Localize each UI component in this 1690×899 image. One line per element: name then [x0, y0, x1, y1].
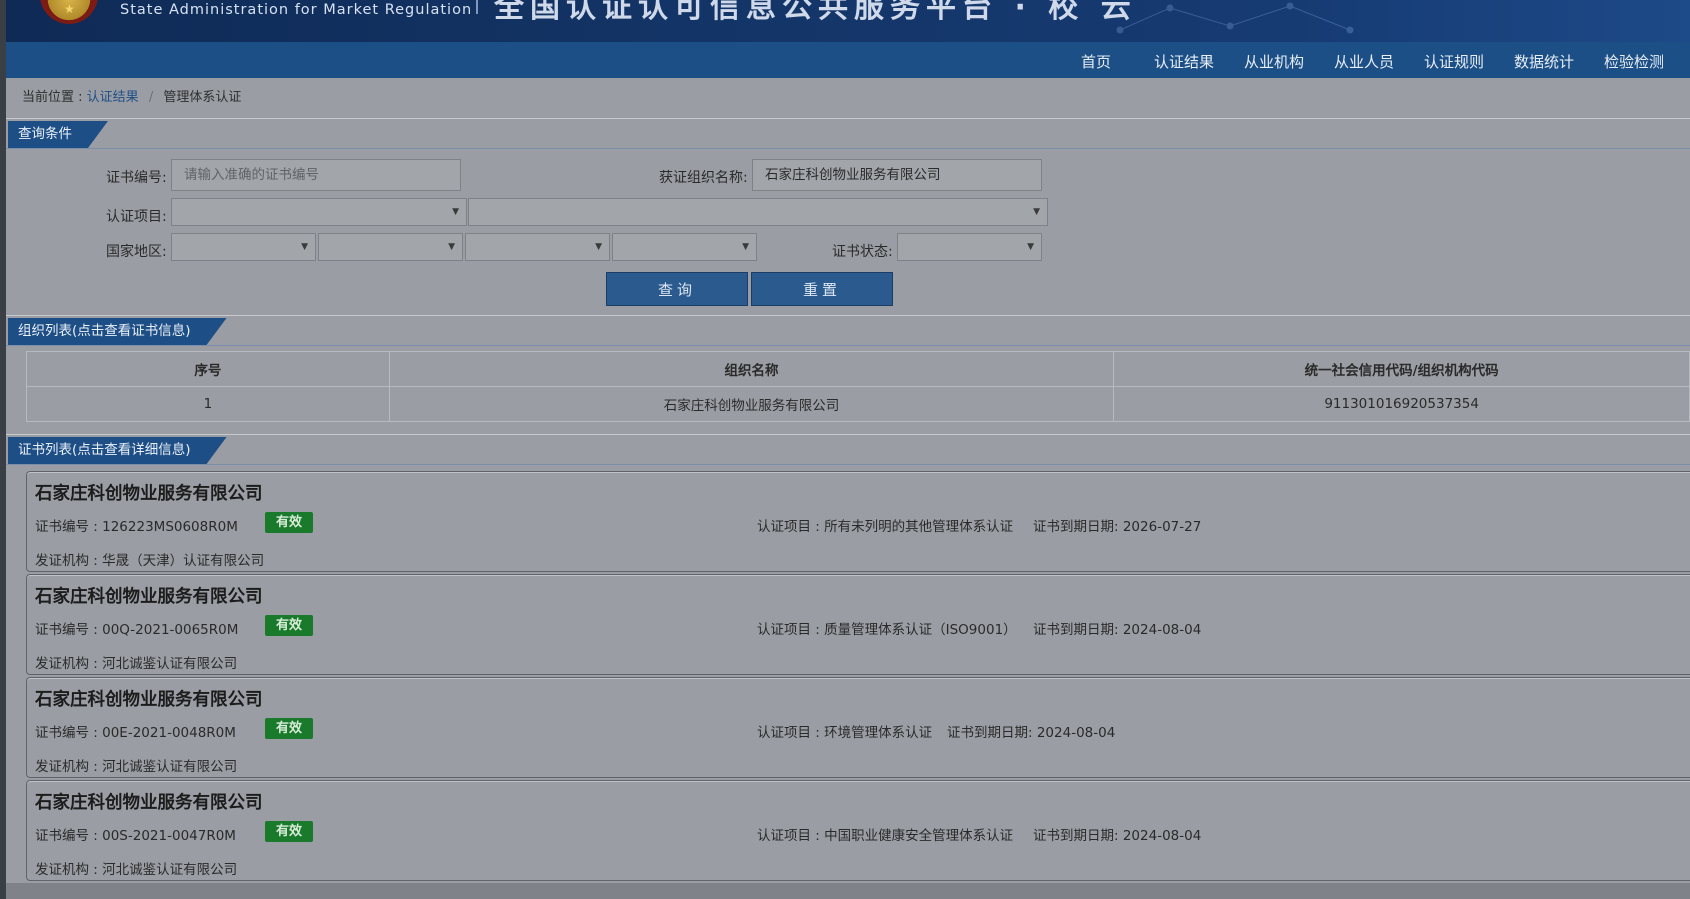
col-header-index: 序号 — [26, 351, 390, 387]
decorative-network-icon — [1116, 2, 1354, 34]
cert-org-name: 石家庄科创物业服务有限公司 — [35, 587, 263, 607]
cert-issuer: 发证机构 : 河北诚鉴认证有限公司 — [35, 759, 238, 775]
cert-issuer: 发证机构 : 河北诚鉴认证有限公司 — [35, 656, 238, 672]
breadcrumb-current: 管理体系认证 — [163, 90, 242, 105]
org-name-input[interactable]: 石家庄科创物业服务有限公司 — [752, 159, 1042, 191]
cert-card[interactable]: 石家庄科创物业服务有限公司 证书编号 : 00S-2021-0047R0M 有效… — [26, 780, 1690, 881]
page-bottom-strip — [6, 883, 1690, 899]
project-category-select[interactable]: ▼ — [171, 198, 467, 226]
emblem-star-icon: ★ — [64, 2, 75, 16]
table-row[interactable]: 1 石家庄科创物业服务有限公司 911301016920537354 — [26, 386, 1690, 422]
cert-status-select[interactable]: ▼ — [897, 233, 1042, 261]
cert-expiry: 证书到期日期: 2024-08-04 — [1033, 622, 1202, 638]
breadcrumb-prefix: 当前位置 : — [22, 90, 83, 105]
status-badge: 有效 — [265, 821, 313, 842]
status-badge: 有效 — [265, 615, 313, 636]
cert-issuer: 发证机构 : 华晟（天津）认证有限公司 — [35, 553, 265, 569]
nav-home[interactable]: 首页 — [1081, 51, 1111, 72]
cert-org-name: 石家庄科创物业服务有限公司 — [35, 690, 263, 710]
col-header-credit-code: 统一社会信用代码/组织机构代码 — [1113, 351, 1690, 387]
nav-inspection[interactable]: 检验检测 — [1604, 51, 1664, 72]
main-nav: 首页 认证结果 从业机构 从业人员 认证规则 数据统计 检验检测 — [6, 42, 1690, 78]
chevron-down-icon: ▼ — [1033, 207, 1040, 217]
cell-org-name[interactable]: 石家庄科创物业服务有限公司 — [388, 386, 1115, 422]
header-divider — [476, 0, 478, 14]
chevron-down-icon: ▼ — [1027, 242, 1034, 252]
chevron-down-icon: ▼ — [742, 242, 749, 252]
cert-org-name: 石家庄科创物业服务有限公司 — [35, 484, 263, 504]
cert-project: 认证项目 : 质量管理体系认证（ISO9001） — [757, 622, 1017, 638]
cert-card[interactable]: 石家庄科创物业服务有限公司 证书编号 : 00E-2021-0048R0M 有效… — [26, 677, 1690, 778]
cert-card[interactable]: 石家庄科创物业服务有限公司 证书编号 : 00Q-2021-0065R0M 有效… — [26, 574, 1690, 675]
window-edge — [0, 0, 6, 899]
region-select-1[interactable]: ▼ — [171, 233, 316, 261]
nav-cert-rules[interactable]: 认证规则 — [1424, 51, 1484, 72]
breadcrumb-link[interactable]: 认证结果 — [87, 90, 139, 105]
region-label: 国家地区: — [106, 244, 167, 260]
site-title: 全国认证认可信息公共服务平台 · 校 云 — [494, 0, 1137, 25]
cert-list-title: 证书列表(点击查看详细信息) — [8, 437, 227, 464]
breadcrumb: 当前位置 : 认证结果 / 管理体系认证 — [22, 86, 241, 105]
cert-project: 认证项目 : 环境管理体系认证 — [757, 725, 933, 741]
cert-number: 证书编号 : 00Q-2021-0065R0M — [35, 622, 239, 638]
cert-org-name: 石家庄科创物业服务有限公司 — [35, 793, 263, 813]
chevron-down-icon: ▼ — [595, 242, 602, 252]
cert-project: 认证项目 : 所有未列明的其他管理体系认证 — [757, 519, 1014, 535]
project-label: 认证项目: — [106, 209, 167, 225]
chevron-down-icon: ▼ — [448, 242, 455, 252]
col-header-org-name: 组织名称 — [388, 351, 1115, 387]
nav-statistics[interactable]: 数据统计 — [1514, 51, 1574, 72]
nav-cert-results[interactable]: 认证结果 — [1154, 51, 1214, 72]
panel-title-underline — [6, 345, 1690, 346]
project-detail-select[interactable]: ▼ — [468, 198, 1048, 226]
query-panel-title: 查询条件 — [8, 121, 108, 148]
site-header: ★ State Administration for Market Regula… — [6, 0, 1690, 42]
reset-button[interactable]: 重置 — [751, 272, 893, 306]
cell-index: 1 — [26, 386, 390, 422]
nav-personnel[interactable]: 从业人员 — [1334, 51, 1394, 72]
status-badge: 有效 — [265, 718, 313, 739]
cell-credit-code: 911301016920537354 — [1113, 386, 1690, 422]
cert-no-input[interactable]: 请输入准确的证书编号 — [171, 159, 461, 191]
chevron-down-icon: ▼ — [301, 242, 308, 252]
cert-issuer: 发证机构 : 河北诚鉴认证有限公司 — [35, 862, 238, 878]
cert-expiry: 证书到期日期: 2024-08-04 — [1033, 828, 1202, 844]
cert-project: 认证项目 : 中国职业健康安全管理体系认证 — [757, 828, 1014, 844]
status-badge: 有效 — [265, 512, 313, 533]
cert-number: 证书编号 : 00S-2021-0047R0M — [35, 828, 236, 844]
table-header-row: 序号 组织名称 统一社会信用代码/组织机构代码 — [26, 351, 1690, 387]
breadcrumb-separator: / — [148, 90, 154, 105]
nav-agencies[interactable]: 从业机构 — [1244, 51, 1304, 72]
cert-card[interactable]: 石家庄科创物业服务有限公司 证书编号 : 126223MS0608R0M 有效 … — [26, 471, 1690, 572]
cert-no-label: 证书编号: — [106, 170, 167, 186]
region-select-2[interactable]: ▼ — [318, 233, 463, 261]
chevron-down-icon: ▼ — [452, 207, 459, 217]
org-table: 序号 组织名称 统一社会信用代码/组织机构代码 1 石家庄科创物业服务有限公司 … — [26, 351, 1690, 422]
region-select-4[interactable]: ▼ — [612, 233, 757, 261]
cert-expiry: 证书到期日期: 2026-07-27 — [1033, 519, 1202, 535]
query-panel: 查询条件 证书编号: 请输入准确的证书编号 获证组织名称: 石家庄科创物业服务有… — [6, 118, 1690, 313]
panel-title-underline — [6, 148, 1690, 149]
org-list-title: 组织列表(点击查看证书信息) — [8, 318, 227, 345]
cert-number: 证书编号 : 126223MS0608R0M — [35, 519, 238, 535]
cert-expiry: 证书到期日期: 2024-08-04 — [947, 725, 1116, 741]
cert-status-label: 证书状态: — [832, 244, 893, 260]
org-name-label: 获证组织名称: — [659, 170, 748, 186]
cert-number: 证书编号 : 00E-2021-0048R0M — [35, 725, 236, 741]
region-select-3[interactable]: ▼ — [465, 233, 610, 261]
agency-english-name: State Administration for Market Regulati… — [120, 2, 473, 18]
panel-title-underline — [6, 464, 1690, 465]
search-button[interactable]: 查询 — [606, 272, 748, 306]
